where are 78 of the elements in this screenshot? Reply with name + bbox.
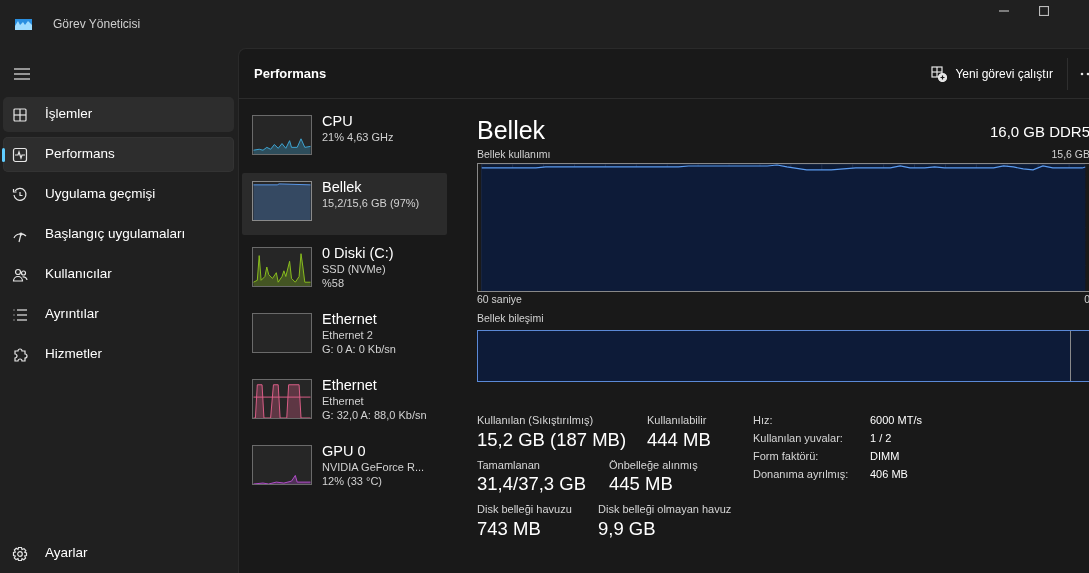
device-name: GPU 0 (322, 443, 367, 460)
users-icon (12, 266, 28, 283)
stat-value: 31,4/37,3 GB (477, 473, 588, 496)
property-label: Hız: (753, 413, 774, 429)
nav-item[interactable]: Başlangıç uygulamaları (3, 217, 234, 252)
new-task-icon (931, 65, 948, 82)
usage-graph (252, 379, 312, 419)
stat-value: 444 MB (647, 428, 712, 451)
device-detail: NVIDIA GeForce R... (322, 460, 425, 474)
settings-icon (12, 545, 28, 562)
nav-item[interactable]: Performans (3, 137, 234, 172)
axis-label: 0 (1084, 291, 1089, 307)
page-title: Performans (254, 64, 327, 83)
nav-item[interactable]: Kullanıcılar (3, 257, 234, 292)
device-detail: 21% 4,63 GHz (322, 130, 394, 144)
stat-label: Tamamlanan (477, 457, 541, 473)
nav-item[interactable]: Hizmetler (3, 337, 234, 372)
chart-label: Bellek kullanımı (477, 147, 551, 162)
usage-graph (252, 247, 312, 287)
stat-label: Disk belleği olmayan havuz (598, 502, 733, 518)
device-detail: G: 0 A: 0 Kb/sn (322, 342, 396, 356)
stat-label: Önbelleğe alınmış (609, 457, 699, 473)
device-item[interactable]: Bellek 15,2/15,6 GB (97%) (242, 173, 447, 235)
device-item[interactable]: GPU 0 NVIDIA GeForce R... 12% (33 °C) (242, 437, 447, 499)
pulse-icon (12, 146, 28, 163)
property-value: 1 / 2 (870, 431, 892, 447)
device-item[interactable]: Ethernet Ethernet 2 G: 0 A: 0 Kb/sn (242, 305, 447, 367)
chart-label: Bellek bileşimi (477, 310, 545, 326)
device-detail: %58 (322, 276, 346, 290)
nav-item[interactable]: Uygulama geçmişi (3, 177, 234, 212)
run-task-button[interactable]: Yeni görevi çalıştır (925, 60, 1059, 87)
list-icon (12, 306, 28, 323)
usage-graph (252, 445, 312, 485)
device-detail: G: 32,0 A: 88,0 Kb/sn (322, 408, 427, 422)
property-value: 406 MB (870, 467, 908, 483)
stat-label: Kullanılabilir (647, 413, 708, 429)
property-label: Form faktörü: (753, 449, 820, 465)
device-item[interactable]: 0 Diski (C:) SSD (NVMe) %58 (242, 239, 447, 301)
device-name: Ethernet (322, 311, 378, 328)
section-title: Bellek (477, 115, 546, 145)
app-logo-icon (15, 18, 32, 30)
settings-button[interactable]: Ayarlar (3, 536, 234, 571)
device-detail: 15,2/15,6 GB (97%) (322, 196, 420, 210)
window-title: Görev Yöneticisi (53, 16, 141, 33)
stat-value: 15,2 GB (187 MB) (477, 428, 628, 451)
usage-graph (252, 313, 312, 353)
device-name: Bellek (322, 179, 363, 196)
grid-icon (12, 106, 28, 123)
stat-label: Kullanılan (Sıkıştırılmış) (477, 413, 595, 429)
stat-value: 9,9 GB (598, 517, 657, 540)
axis-label: 15,6 GB (1051, 147, 1089, 162)
property-value: DIMM (870, 449, 900, 465)
nav-item[interactable]: Ayrıntılar (3, 297, 234, 332)
menu-icon[interactable] (13, 67, 31, 81)
device-detail: Ethernet 2 (322, 328, 374, 342)
puzzle-icon (12, 346, 28, 363)
device-item[interactable]: CPU 21% 4,63 GHz (242, 107, 447, 169)
device-name: 0 Diski (C:) (322, 245, 394, 262)
clock-icon (12, 186, 28, 203)
device-item[interactable]: Ethernet Ethernet G: 32,0 A: 88,0 Kb/sn (242, 371, 447, 433)
property-value: 6000 MT/s (870, 413, 922, 429)
more-icon[interactable] (1080, 71, 1089, 76)
device-name: CPU (322, 113, 354, 130)
device-detail: 12% (33 °C) (322, 474, 384, 488)
maximize-icon[interactable] (1039, 6, 1049, 16)
stat-value: 743 MB (477, 517, 542, 540)
stat-label: Disk belleği havuzu (477, 502, 573, 518)
device-detail: SSD (NVMe) (322, 262, 387, 276)
property-label: Kullanılan yuvalar: (753, 431, 844, 447)
stat-value: 445 MB (609, 473, 674, 496)
axis-label: 60 saniye (477, 291, 522, 307)
nav-item[interactable]: İşlemler (3, 97, 234, 132)
device-detail: Ethernet (322, 394, 365, 408)
device-name: Ethernet (322, 377, 378, 394)
usage-graph (252, 115, 312, 155)
memory-spec: 16,0 GB DDR5 (989, 121, 1089, 142)
usage-graph (252, 181, 312, 221)
property-label: Donanıma ayrılmış: (753, 467, 850, 483)
